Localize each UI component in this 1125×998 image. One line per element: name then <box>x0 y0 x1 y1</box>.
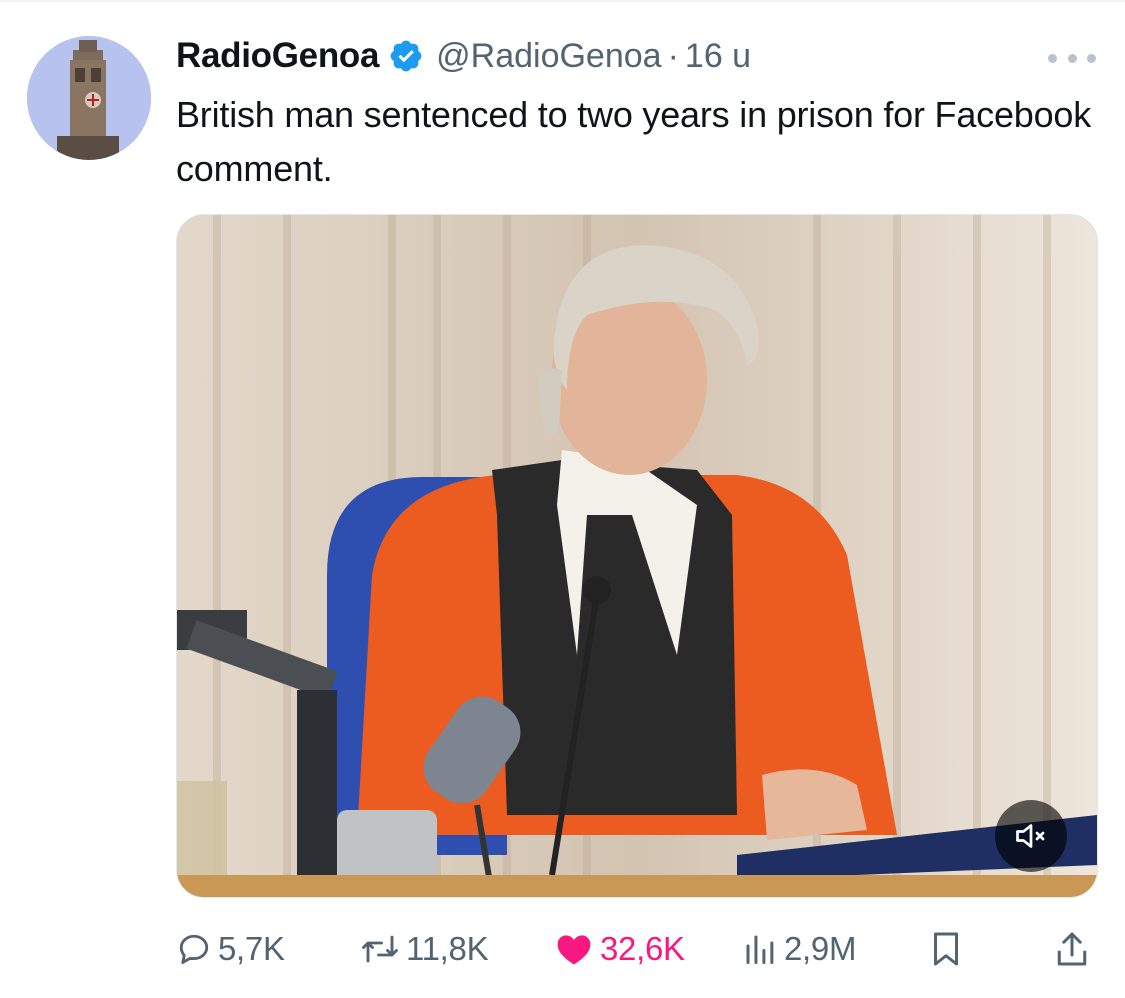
more-dot <box>1048 53 1057 63</box>
tweet-text: British man sentenced to two years in pr… <box>176 94 1092 189</box>
like-count: 32,6K <box>600 930 685 967</box>
reply-button[interactable]: 5,7K <box>176 918 285 980</box>
separator-dot: · <box>667 36 679 75</box>
mute-button[interactable] <box>995 800 1067 872</box>
repost-icon <box>362 935 398 963</box>
display-name[interactable]: RadioGenoa <box>176 36 379 76</box>
video-media[interactable] <box>176 214 1098 898</box>
views-button[interactable]: 2,9M <box>742 918 856 980</box>
timestamp[interactable]: 16 u <box>685 37 751 76</box>
video-frame-judge <box>177 215 1097 897</box>
tower-avatar-image <box>27 36 151 160</box>
more-dot <box>1087 53 1096 63</box>
more-icon[interactable] <box>1048 40 1096 76</box>
top-divider <box>0 0 1125 2</box>
heart-icon <box>557 935 591 965</box>
tweet-header: RadioGenoa @RadioGenoa · 16 u <box>176 34 751 78</box>
reply-icon <box>179 934 209 964</box>
views-icon <box>746 935 774 964</box>
bookmark-button[interactable] <box>928 918 964 980</box>
views-count: 2,9M <box>784 930 857 967</box>
like-button[interactable]: 32,6K <box>554 918 685 980</box>
verified-badge-icon <box>390 40 422 72</box>
share-button[interactable] <box>1054 918 1090 980</box>
avatar[interactable] <box>27 36 151 160</box>
handle[interactable]: @RadioGenoa <box>436 37 661 76</box>
repost-count: 11,8K <box>406 930 489 967</box>
repost-button[interactable]: 11,8K <box>360 918 489 980</box>
bookmark-icon <box>934 932 958 966</box>
more-dot <box>1067 53 1077 63</box>
action-bar: 5,7K 11,8K 32,6K 2,9M <box>176 918 1096 980</box>
share-icon <box>1057 932 1087 966</box>
reply-count: 5,7K <box>218 930 285 967</box>
speaker-muted-icon <box>1016 824 1045 848</box>
